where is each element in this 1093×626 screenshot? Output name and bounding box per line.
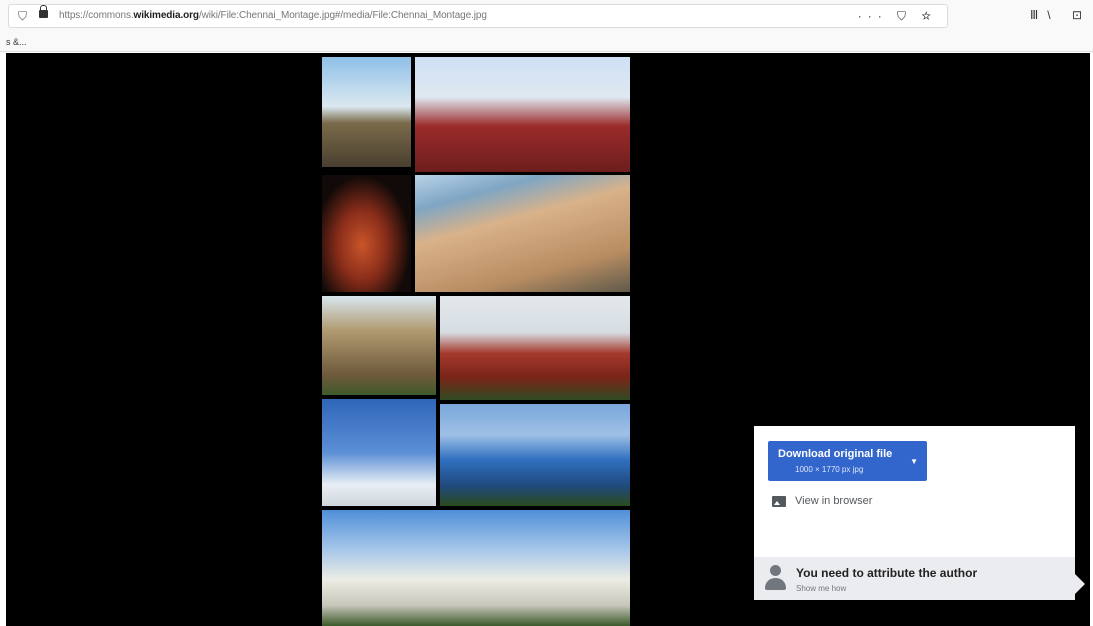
tracking-shield-icon[interactable]: ⛉: [18, 9, 27, 24]
view-in-browser-label: View in browser: [795, 495, 873, 507]
chennai-central-photo: [415, 57, 630, 172]
bookmarks-bar: s &...: [0, 34, 1093, 52]
user-avatar-icon: [764, 565, 786, 591]
image-icon: [772, 496, 786, 507]
madras-high-court-photo: [440, 296, 630, 400]
santhome-church-photo: [322, 399, 436, 506]
download-panel: Download original file 1000 × 1770 px jp…: [754, 426, 1085, 600]
download-label: Download original file: [778, 448, 893, 460]
show-me-how-link[interactable]: Show me how: [796, 584, 846, 593]
url-text[interactable]: https://commons.wikimedia.org/wiki/File:…: [59, 10, 487, 21]
marina-beach-photo: [415, 175, 630, 292]
chennai-montage-image[interactable]: [322, 57, 630, 626]
attribution-section[interactable]: You need to attribute the author Show me…: [754, 557, 1075, 600]
attribution-title: You need to attribute the author: [796, 566, 978, 580]
bookmark-item[interactable]: s &...: [6, 37, 27, 47]
dropdown-caret-icon[interactable]: ▼: [910, 457, 918, 466]
lock-icon[interactable]: [39, 5, 48, 18]
bharatanatyam-dancer-photo: [322, 175, 411, 292]
download-size-label: 1000 × 1770 px jpg: [795, 465, 864, 474]
media-viewer: Download original file 1000 × 1770 px jp…: [6, 53, 1090, 626]
tidel-park-building-photo: [440, 404, 630, 506]
page-actions-icons[interactable]: ··· ⛉ ☆: [858, 9, 937, 24]
ripon-building-photo: [322, 510, 630, 626]
kapaleeshwarar-temple-photo: [322, 296, 436, 395]
browser-toolbar: ⛉ https://commons.wikimedia.org/wiki/Fil…: [0, 0, 1093, 34]
address-bar[interactable]: ⛉ https://commons.wikimedia.org/wiki/Fil…: [8, 4, 948, 28]
download-original-button[interactable]: Download original file 1000 × 1770 px jp…: [768, 441, 927, 481]
library-sidebar-account-icons[interactable]: Ⅲ\ ⊡ ⊖: [1030, 8, 1093, 22]
valluvar-kottam-photo: [322, 57, 411, 167]
